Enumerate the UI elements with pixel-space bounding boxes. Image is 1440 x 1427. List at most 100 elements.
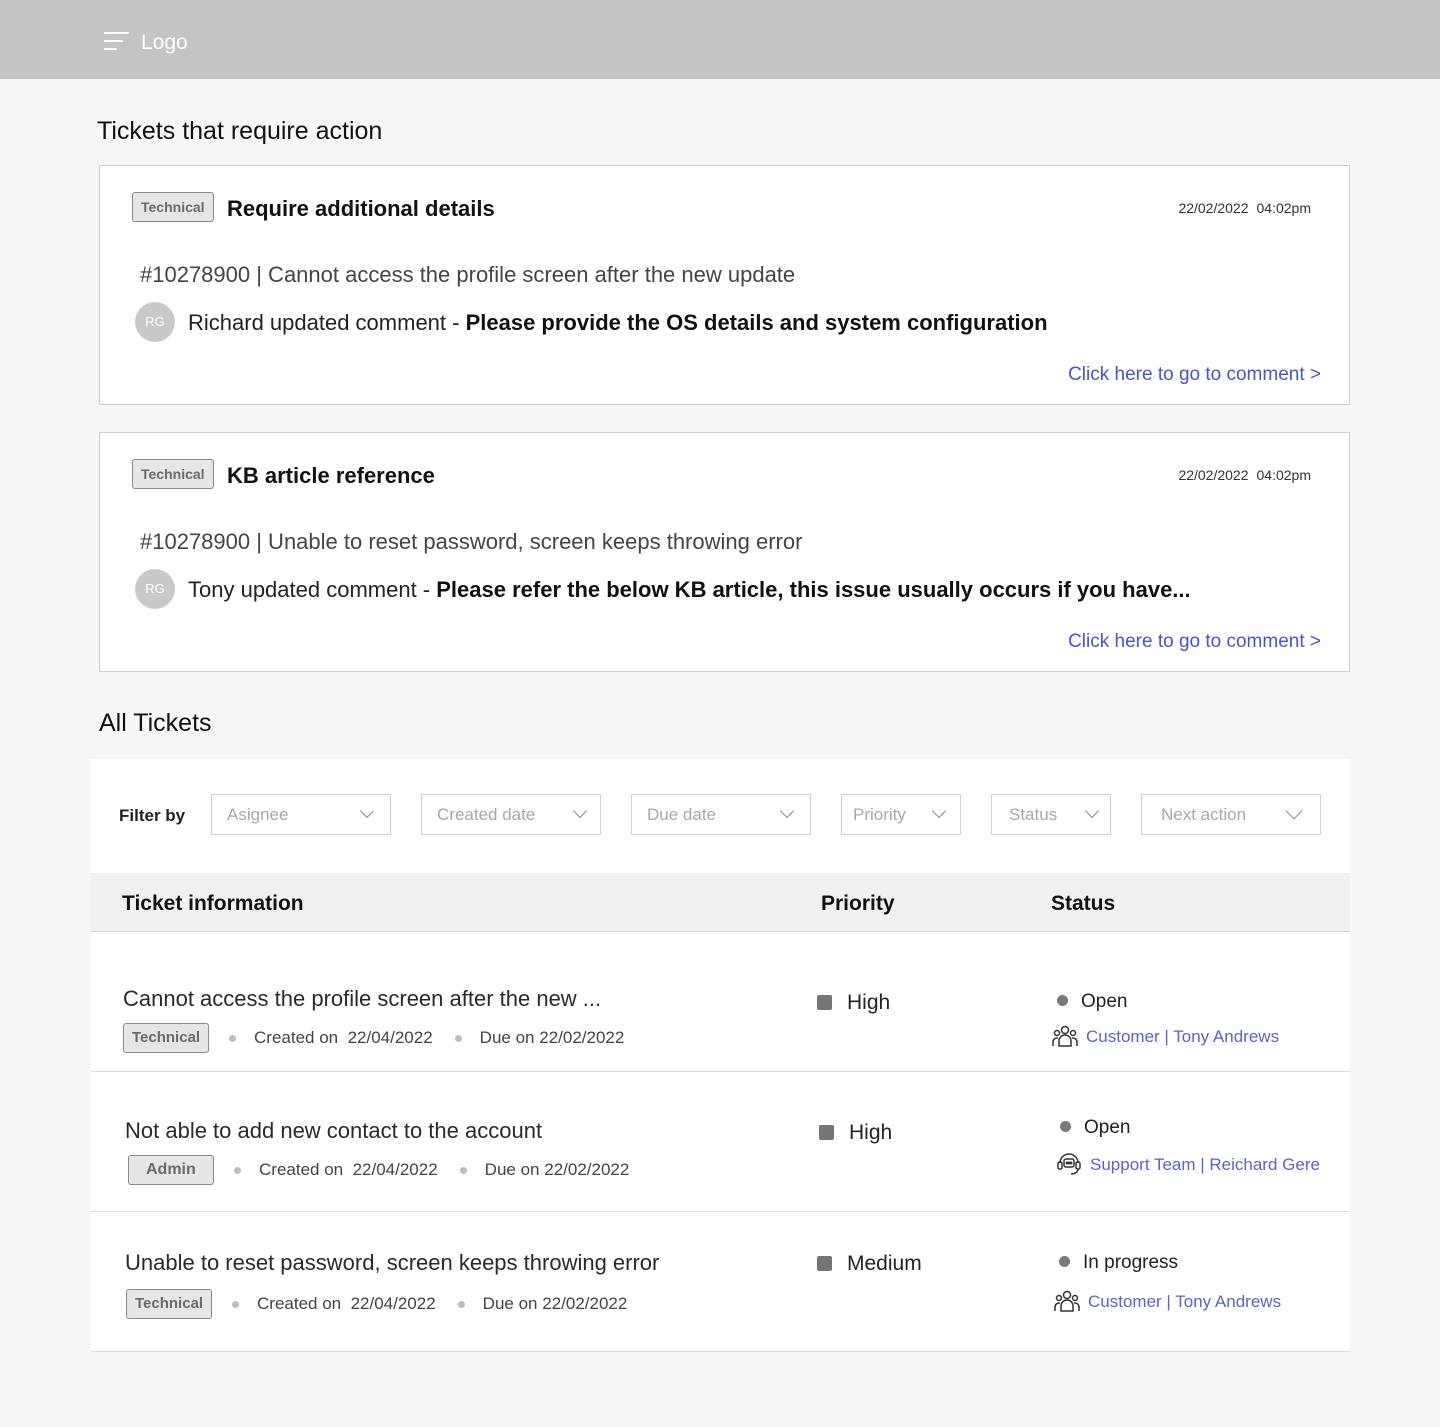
status-dot-icon [1059,1256,1070,1267]
top-bar: Logo [0,0,1440,79]
comment-author: Tony updated comment - [188,577,437,602]
column-header-priority: Priority [821,892,895,915]
ticket-title[interactable]: Unable to reset password, screen keeps t… [125,1250,659,1276]
assignee-text: Customer | Tony Andrews [1086,1027,1280,1046]
comment-line: Tony updated comment - Please refer the … [188,577,1191,603]
go-to-comment-link[interactable]: Click here to go to comment > [1068,631,1321,653]
column-header-status: Status [1051,892,1116,915]
action-card: Technical Require additional details 22/… [99,165,1350,405]
card-title: KB article reference [227,463,435,488]
created-date: 22/04/2022 [350,1294,436,1313]
table-row[interactable]: Cannot access the profile screen after t… [91,932,1350,1072]
ticket-title[interactable]: Cannot access the profile screen after t… [123,986,601,1012]
due-label: Due on [479,1028,535,1047]
avatar: RG [135,569,175,609]
card-time: 04:02pm [1256,200,1311,216]
filter-placeholder: Status [1009,805,1058,824]
chevron-down-icon [572,803,588,819]
go-to-comment-link[interactable]: Click here to go to comment > [1068,364,1321,386]
ticket-dates: Created on 22/04/2022 Due on 22/02/2022 [210,1294,627,1314]
priority-square-icon [817,995,832,1010]
filter-created-date-dropdown[interactable]: Created date [421,794,601,835]
category-badge: Technical [132,459,214,489]
column-header-ticket-information: Ticket information [122,892,304,915]
priority-cell: Medium [817,1252,922,1276]
priority-cell: High [819,1121,892,1145]
filter-placeholder: Asignee [227,805,289,824]
avatar: RG [135,302,175,342]
priority-cell: High [817,991,890,1015]
priority-square-icon [817,1256,832,1271]
ticket-reference: #10278900 | Unable to reset password, sc… [140,529,803,554]
table-row[interactable]: Unable to reset password, screen keeps t… [91,1212,1350,1352]
assignee-link[interactable]: Support Team | Reichard Gere [1056,1150,1320,1176]
logo[interactable]: Logo [141,31,188,55]
priority-value: Medium [847,1252,922,1275]
comment-line: Richard updated comment - Please provide… [188,310,1048,336]
filter-priority-dropdown[interactable]: Priority [841,794,961,835]
filter-placeholder: Priority [853,805,906,824]
action-card: Technical KB article reference 22/02/202… [99,432,1350,672]
chevron-down-icon [1084,803,1100,819]
assignee-text: Support Team | Reichard Gere [1090,1155,1320,1174]
due-label: Due on [484,1160,540,1179]
filter-placeholder: Created date [437,805,536,824]
separator-dot [459,1167,467,1175]
created-date: 22/04/2022 [347,1028,433,1047]
comment-text: Please refer the below KB article, this … [436,577,1191,602]
due-label: Due on [482,1294,538,1313]
assignee-text: Customer | Tony Andrews [1088,1292,1282,1311]
table-row[interactable]: Not able to add new contact to the accou… [91,1072,1350,1212]
headset-icon [1057,1153,1081,1175]
separator-dot [457,1301,465,1309]
all-tickets-title: All Tickets [99,709,212,737]
due-date: 22/02/2022 [539,1028,625,1047]
filter-next-action-dropdown[interactable]: Next action [1141,794,1321,835]
separator-dot [229,1035,236,1043]
ticket-dates: Created on 22/04/2022 Due on 22/02/2022 [212,1160,629,1180]
chevron-down-icon [359,803,375,819]
hamburger-menu-icon[interactable] [104,32,130,52]
created-label: Created on [257,1294,342,1313]
assignee-link[interactable]: Customer | Tony Andrews [1052,1024,1279,1048]
status-dot-icon [1057,995,1068,1006]
group-icon [1052,1025,1078,1047]
created-label: Created on [259,1160,344,1179]
action-section-title: Tickets that require action [97,117,383,145]
status-cell: In progress [1059,1252,1178,1274]
filter-label: Filter by [119,806,186,825]
priority-value: High [847,991,891,1014]
card-timestamp: 22/02/2022 04:02pm [1178,467,1311,483]
filter-due-date-dropdown[interactable]: Due date [631,794,811,835]
status-value: Open [1084,1117,1131,1138]
comment-text: Please provide the OS details and system… [465,310,1048,335]
assignee-link[interactable]: Customer | Tony Andrews [1054,1289,1281,1313]
status-cell: Open [1060,1117,1130,1139]
tickets-panel: Filter by Asignee Created date Due date … [91,759,1350,1352]
status-value: Open [1081,991,1128,1012]
category-badge: Technical [126,1289,213,1319]
filter-assignee-dropdown[interactable]: Asignee [211,794,391,835]
filter-status-dropdown[interactable]: Status [991,794,1111,835]
separator-dot [232,1301,239,1309]
group-icon [1054,1290,1080,1312]
card-title: Require additional details [227,196,495,221]
chevron-down-icon [931,803,947,819]
card-time: 04:02pm [1256,467,1311,483]
filter-placeholder: Next action [1161,805,1247,824]
status-cell: Open [1057,991,1127,1013]
card-timestamp: 22/02/2022 04:02pm [1178,200,1311,216]
category-badge: Admin [128,1155,214,1185]
category-badge: Technical [132,192,214,222]
priority-value: High [849,1121,893,1144]
chevron-down-icon [779,803,795,819]
ticket-title[interactable]: Not able to add new contact to the accou… [125,1118,542,1144]
table-header: Ticket information Priority Status [91,873,1350,932]
comment-author: Richard updated comment - [188,310,466,335]
status-value: In progress [1083,1252,1179,1273]
due-date: 22/02/2022 [544,1160,630,1179]
separator-dot [454,1035,462,1043]
chevron-down-icon [1285,802,1303,820]
card-date: 22/02/2022 [1178,200,1249,216]
created-label: Created on [254,1028,339,1047]
